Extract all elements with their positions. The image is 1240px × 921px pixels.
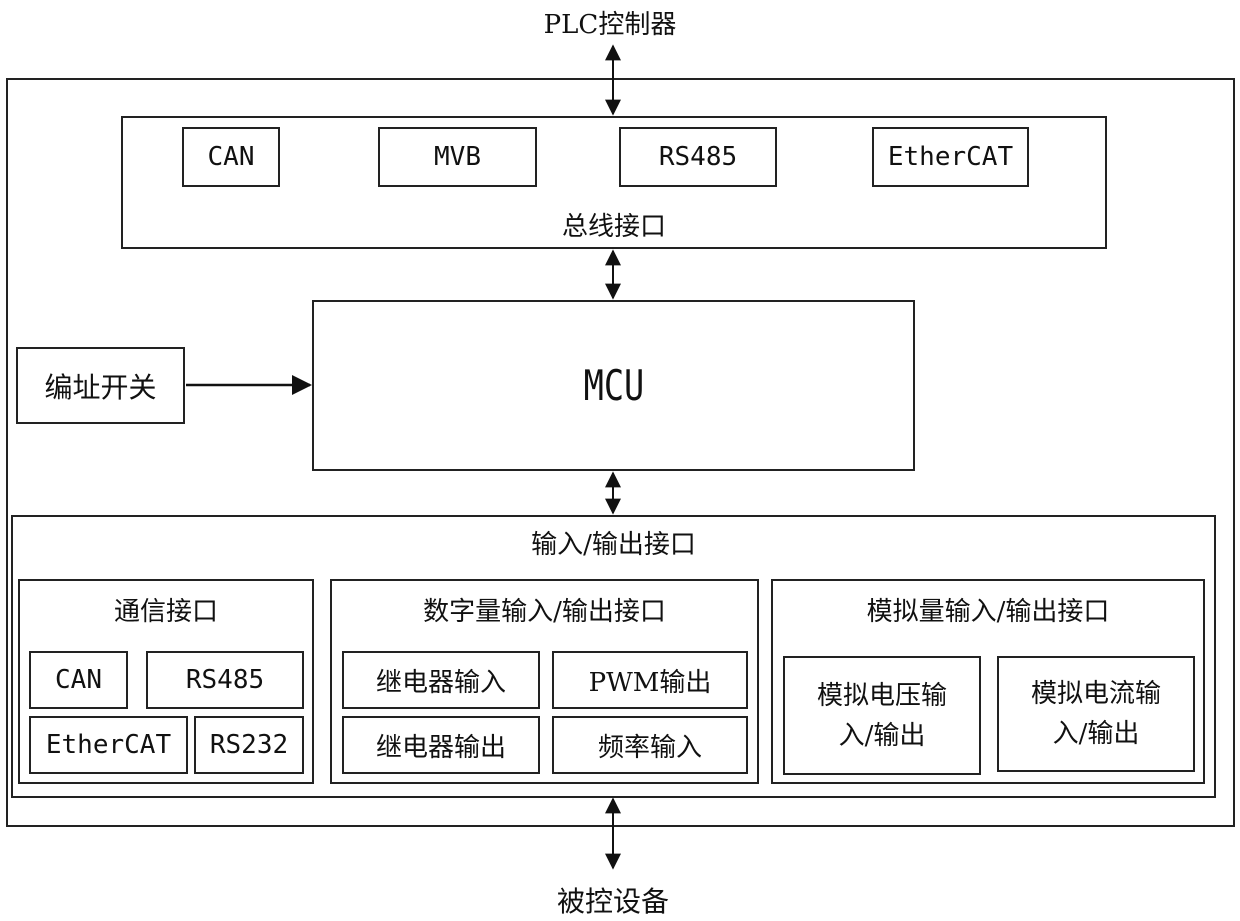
bus-item-can: CAN bbox=[182, 127, 280, 187]
analog-voltage-line2: 入/输出 bbox=[838, 720, 926, 751]
analog-voltage-line1: 模拟电压输 bbox=[816, 680, 947, 711]
io-interface-label: 输入/输出接口 bbox=[531, 530, 696, 560]
analog-io-label: 模拟量输入/输出接口 bbox=[866, 597, 1110, 627]
digital-io-box: 数字量输入/输出接口 继电器输入 PWM输出 继电器输出 频率输入 bbox=[330, 579, 759, 784]
analog-io-box: 模拟量输入/输出接口 模拟电压输 入/输出 模拟电流输 入/输出 bbox=[771, 579, 1205, 784]
comm-item-can: CAN bbox=[29, 651, 128, 709]
analog-current-line2: 入/输出 bbox=[1052, 719, 1140, 749]
bus-interface-label: 总线接口 bbox=[561, 212, 666, 242]
comm-item-ethercat: EtherCAT bbox=[29, 716, 188, 774]
bus-item-mvb: MVB bbox=[378, 127, 537, 187]
analog-current-line1: 模拟电流输 bbox=[1030, 679, 1161, 709]
analog-item-current: 模拟电流输 入/输出 bbox=[997, 656, 1195, 772]
digital-item-relay-input: 继电器输入 bbox=[342, 651, 540, 709]
address-switch-box: 编址开关 bbox=[16, 347, 185, 424]
comm-interface-label: 通信接口 bbox=[113, 597, 218, 627]
mcu-box: MCU bbox=[312, 300, 915, 471]
comm-item-rs485: RS485 bbox=[146, 651, 304, 709]
controlled-device-label: 被控设备 bbox=[556, 885, 669, 918]
bus-item-rs485: RS485 bbox=[619, 127, 777, 187]
analog-item-voltage: 模拟电压输 入/输出 bbox=[783, 656, 981, 775]
bus-interface-box: CAN MVB RS485 EtherCAT 总线接口 bbox=[121, 116, 1107, 249]
digital-item-relay-output: 继电器输出 bbox=[342, 716, 540, 774]
digital-item-frequency-input: 频率输入 bbox=[552, 716, 748, 774]
io-interface-box: 输入/输出接口 通信接口 CAN RS485 EtherCAT RS232 数字… bbox=[11, 515, 1216, 798]
plc-controller-label: PLC控制器 bbox=[543, 10, 677, 40]
digital-item-pwm-output: PWM输出 bbox=[552, 651, 748, 709]
comm-item-rs232: RS232 bbox=[194, 716, 304, 774]
mcu-label: MCU bbox=[583, 361, 644, 410]
digital-io-label: 数字量输入/输出接口 bbox=[423, 597, 666, 627]
comm-interface-box: 通信接口 CAN RS485 EtherCAT RS232 bbox=[18, 579, 314, 784]
bus-item-ethercat: EtherCAT bbox=[872, 127, 1029, 187]
